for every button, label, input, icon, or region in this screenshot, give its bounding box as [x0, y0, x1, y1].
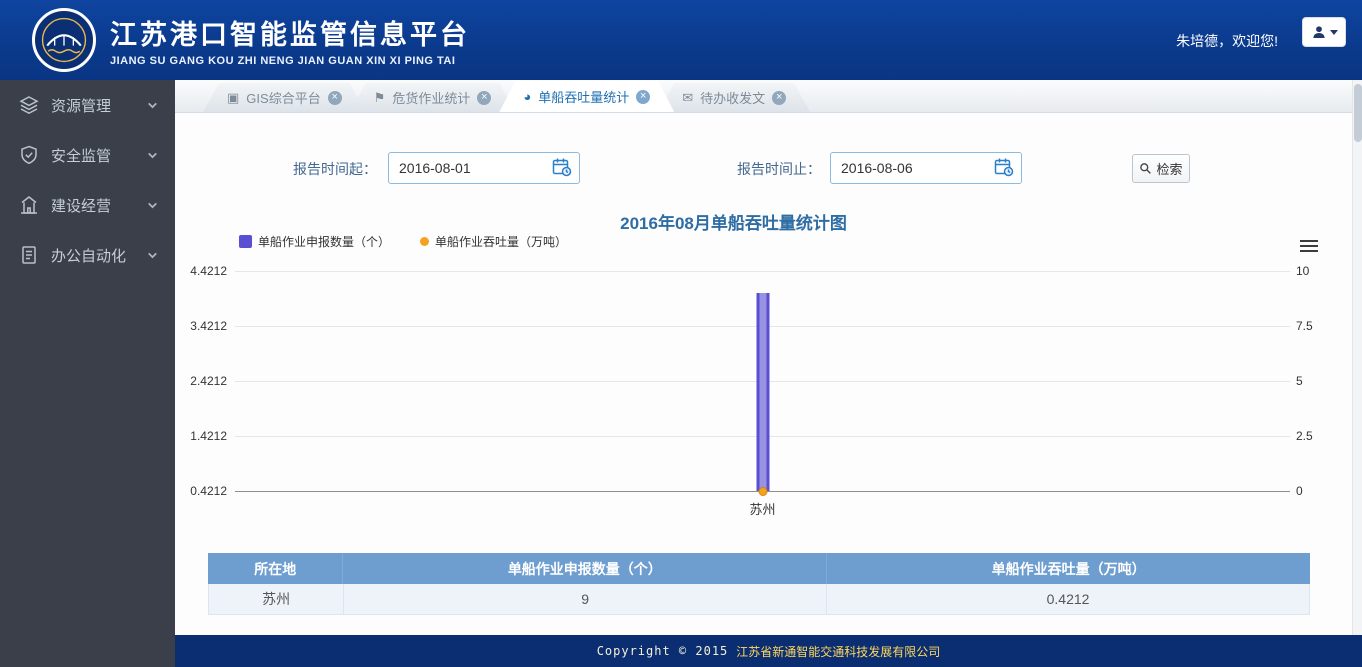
page-footer: Copyright © 2015 江苏省新通智能交通科技发展有限公司: [175, 635, 1362, 667]
layers-icon: [18, 94, 40, 116]
map-icon: ▣: [227, 90, 239, 106]
calendar-icon[interactable]: [991, 156, 1017, 180]
right-axis-tick: 7.5: [1296, 319, 1334, 333]
close-icon[interactable]: ×: [328, 91, 342, 105]
tab-label: 单船吞吐量统计: [538, 87, 629, 106]
building-icon: [18, 194, 40, 216]
flag-icon: ⚑: [374, 90, 386, 106]
calendar-icon[interactable]: [549, 156, 575, 180]
table-header-cell: 所在地: [208, 553, 342, 584]
legend-label: 单船作业申报数量（个）: [258, 233, 390, 250]
sidebar-item-safety-supervision[interactable]: 安全监管: [0, 130, 175, 180]
table-header-row: 所在地 单船作业申报数量（个） 单船作业吞吐量（万吨）: [208, 553, 1310, 584]
document-icon: [18, 244, 40, 266]
table-cell-declared-count: 9: [343, 584, 826, 614]
report-start-label: 报告时间起：: [293, 159, 377, 179]
search-button[interactable]: 检索: [1132, 154, 1190, 183]
tab-dangerous-cargo-stats[interactable]: ⚑ 危货作业统计 ×: [350, 83, 516, 112]
mail-icon: ✉: [682, 90, 693, 106]
left-axis-tick: 0.4212: [179, 484, 227, 498]
sidebar-item-construction-operation[interactable]: 建设经营: [0, 180, 175, 230]
close-icon[interactable]: ×: [772, 91, 786, 105]
legend-label: 单船作业吞吐量（万吨）: [435, 233, 567, 250]
table-row[interactable]: 苏州 9 0.4212: [208, 584, 1310, 615]
sidebar-nav: 资源管理 安全监管 建设经营 办公自动化: [0, 80, 175, 667]
tab-gis-platform[interactable]: ▣ GIS综合平台 ×: [203, 83, 366, 112]
table-header-cell: 单船作业申报数量（个）: [342, 553, 826, 584]
right-axis-tick: 10: [1296, 264, 1334, 278]
copyright-text: Copyright © 2015: [597, 644, 729, 658]
sidebar-item-label: 资源管理: [51, 95, 111, 116]
sidebar-item-label: 办公自动化: [51, 245, 126, 266]
tab-label: 危货作业统计: [392, 88, 470, 107]
close-icon[interactable]: ×: [477, 91, 491, 105]
tab-single-ship-throughput[interactable]: ◕ 单船吞吐量统计 ×: [499, 81, 674, 112]
tab-bar: ▣ GIS综合平台 × ⚑ 危货作业统计 × ◕ 单船吞吐量统计 × ✉ 待办收…: [175, 80, 1352, 113]
scrollbar-thumb[interactable]: [1354, 84, 1362, 142]
app-title: 江苏港口智能监管信息平台: [110, 13, 470, 52]
user-menu-button[interactable]: [1302, 17, 1346, 47]
main-content: ▣ GIS综合平台 × ⚑ 危货作业统计 × ◕ 单船吞吐量统计 × ✉ 待办收…: [175, 80, 1362, 635]
filter-bar: 报告时间起： 报告时间止： 检索: [175, 152, 1362, 184]
sidebar-item-resource-management[interactable]: 资源管理: [0, 80, 175, 130]
app-subtitle: JIANG SU GANG KOU ZHI NENG JIAN GUAN XIN…: [110, 55, 470, 67]
bar-swatch: [239, 235, 252, 248]
table-cell-throughput: 0.4212: [826, 584, 1309, 614]
search-icon: [1139, 162, 1152, 175]
app-header: 江苏港口智能监管信息平台 JIANG SU GANG KOU ZHI NENG …: [0, 0, 1362, 80]
tab-label: GIS综合平台: [246, 88, 320, 107]
result-table: 所在地 单船作业申报数量（个） 单船作业吞吐量（万吨） 苏州 9 0.4212: [208, 553, 1310, 615]
left-axis-tick: 4.4212: [179, 264, 227, 278]
chart-title: 2016年08月单船吞吐量统计图: [175, 209, 1292, 234]
company-name: 江苏省新通智能交通科技发展有限公司: [736, 643, 940, 660]
search-button-label: 检索: [1156, 159, 1182, 178]
chart-plot-area: 4.4212 3.4212 2.4212 1.4212 0.4212 10 7.…: [235, 271, 1290, 491]
scatter-point[interactable]: [758, 487, 767, 496]
left-axis-tick: 2.4212: [179, 374, 227, 388]
chevron-down-icon: [146, 99, 159, 112]
left-axis-tick: 3.4212: [179, 319, 227, 333]
chart-legend: 单船作业申报数量（个） 单船作业吞吐量（万吨）: [239, 233, 567, 250]
right-axis-tick: 0: [1296, 484, 1334, 498]
sidebar-item-office-automation[interactable]: 办公自动化: [0, 230, 175, 280]
chevron-down-icon: [146, 249, 159, 262]
right-axis-tick: 2.5: [1296, 429, 1334, 443]
chart-toolbox-menu-icon[interactable]: [1300, 240, 1318, 255]
tab-pending-documents[interactable]: ✉ 待办收发文 ×: [658, 83, 810, 112]
vertical-scrollbar[interactable]: [1352, 80, 1362, 635]
chevron-down-icon: [146, 149, 159, 162]
welcome-text: 朱培德，欢迎您!: [1176, 31, 1278, 51]
logo-emblem-icon: [36, 12, 92, 68]
legend-item-throughput[interactable]: 单船作业吞吐量（万吨）: [420, 233, 567, 250]
left-axis-tick: 1.4212: [179, 429, 227, 443]
chevron-down-icon: [1330, 30, 1338, 35]
report-end-label: 报告时间止：: [737, 159, 821, 179]
dot-swatch: [420, 237, 429, 246]
close-icon[interactable]: ×: [636, 90, 650, 104]
right-axis-tick: 5: [1296, 374, 1334, 388]
pie-chart-icon: ◕: [523, 89, 531, 104]
title-block: 江苏港口智能监管信息平台 JIANG SU GANG KOU ZHI NENG …: [110, 13, 470, 67]
sidebar-item-label: 安全监管: [51, 145, 111, 166]
x-axis-category-label: 苏州: [749, 499, 775, 518]
platform-logo: [32, 8, 96, 72]
tab-label: 待办收发文: [700, 88, 765, 107]
chevron-down-icon: [146, 199, 159, 212]
table-header-cell: 单船作业吞吐量（万吨）: [826, 553, 1310, 584]
legend-item-declared-count[interactable]: 单船作业申报数量（个）: [239, 233, 390, 250]
sidebar-item-label: 建设经营: [51, 195, 111, 216]
bar[interactable]: [756, 293, 769, 491]
table-cell-location: 苏州: [209, 584, 343, 614]
user-icon: [1311, 24, 1327, 40]
gridline: [235, 271, 1290, 272]
shield-icon: [18, 144, 40, 166]
